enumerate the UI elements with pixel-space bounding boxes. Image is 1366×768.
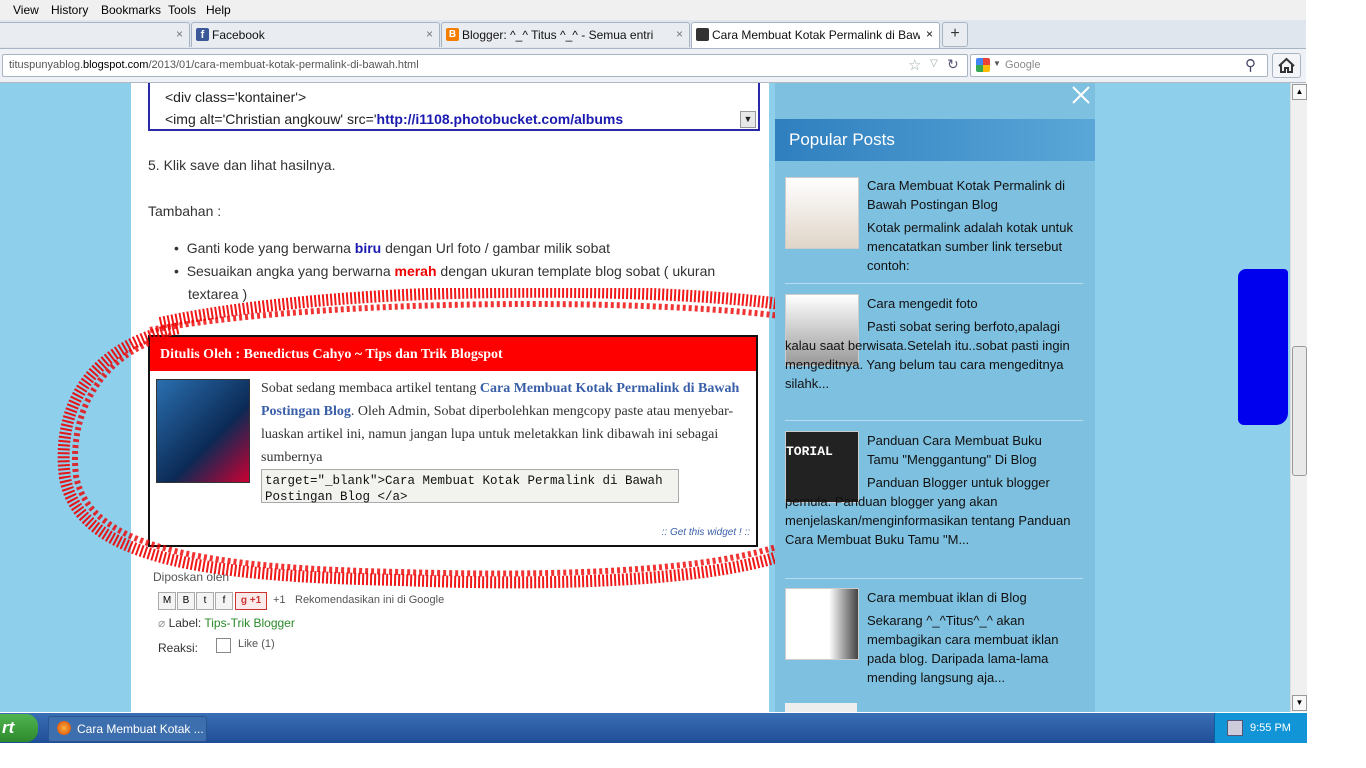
- code-line: <img alt='Christian angkouw' src='http:/…: [165, 111, 623, 127]
- post-labels: ⌀ Label: Tips-Trik Blogger: [158, 616, 295, 630]
- thumbnail-text: TORIAL: [786, 444, 833, 459]
- like-checkbox[interactable]: [216, 638, 231, 653]
- menu-bar: View History Bookmarks Tools Help: [0, 0, 1306, 20]
- tab-blogger[interactable]: B Blogger: ^_^ Titus ^_^ - Semua entri ×: [441, 22, 690, 47]
- bullet-highlight: biru: [354, 240, 382, 256]
- url-prefix: tituspunyablog.: [9, 59, 83, 71]
- post-thumbnail[interactable]: [785, 703, 857, 712]
- search-placeholder: Google: [1005, 59, 1041, 71]
- bookmark-star-icon[interactable]: ☆: [908, 56, 921, 74]
- google-icon[interactable]: [976, 58, 990, 72]
- url-bar[interactable]: tituspunyablog.blogspot.com/2013/01/cara…: [2, 54, 968, 77]
- list-item: • Sesuaikan angka yang berwarna merah de…: [174, 263, 716, 279]
- bullet-highlight: merah: [394, 263, 437, 279]
- code-box[interactable]: <div class='kontainer'> <img alt='Christ…: [148, 83, 760, 131]
- popular-post-link[interactable]: Cara mengedit foto: [867, 294, 1077, 313]
- popular-post-link[interactable]: Cara Membuat Kotak Permalink di Bawah Po…: [867, 176, 1077, 214]
- code-text: <img alt='Christian angkouw' src=': [165, 111, 377, 127]
- scroll-down-arrow-icon[interactable]: ▼: [1292, 695, 1307, 711]
- taskbar-item-label: Cara Membuat Kotak ...: [77, 722, 204, 736]
- tab-active-post[interactable]: Cara Membuat Kotak Permalink di Bawah ..…: [691, 22, 940, 48]
- close-icon[interactable]: ×: [426, 27, 433, 41]
- label-link[interactable]: Tips-Trik Blogger: [204, 616, 294, 630]
- search-bar[interactable]: ▼ Google ⚲: [970, 54, 1268, 77]
- reload-icon[interactable]: ↻: [947, 56, 959, 73]
- navigation-bar: tituspunyablog.blogspot.com/2013/01/cara…: [0, 49, 1306, 83]
- popular-posts-header: Popular Posts: [775, 119, 1095, 161]
- code-link: http://i1108.photobucket.com/albums: [376, 111, 624, 127]
- divider: [785, 283, 1083, 284]
- taskbar: rt Cara Membuat Kotak ... 9:55 PM: [0, 713, 1307, 743]
- scrollbar-thumb[interactable]: [1292, 346, 1307, 476]
- start-label: rt: [2, 718, 15, 737]
- popular-post-snippet: Kotak permalink adalah kotak untuk menca…: [867, 220, 1073, 273]
- close-icon[interactable]: ×: [176, 27, 183, 41]
- vertical-scrollbar[interactable]: ▲ ▼: [1290, 83, 1307, 712]
- menu-tools[interactable]: Tools: [168, 3, 196, 17]
- menu-bookmarks[interactable]: Bookmarks: [101, 3, 161, 17]
- close-icon[interactable]: ×: [926, 27, 933, 41]
- bullet-text: Sesuaikan angka yang berwarna: [186, 263, 395, 279]
- start-button[interactable]: rt: [0, 714, 38, 742]
- tab-label: Cara Membuat Kotak Permalink di Bawah ..…: [712, 28, 920, 42]
- taskbar-item-firefox[interactable]: Cara Membuat Kotak ...: [48, 716, 207, 742]
- system-tray: 9:55 PM: [1214, 713, 1307, 743]
- close-icon[interactable]: ×: [676, 27, 683, 41]
- home-button[interactable]: [1272, 53, 1301, 78]
- tag-icon: ⌀: [158, 616, 169, 630]
- reaksi-label: Reaksi:: [158, 641, 199, 655]
- tambahan-heading: Tambahan :: [148, 203, 222, 219]
- tab-label: Facebook: [212, 28, 265, 42]
- bullet-text: Ganti kode yang berwarna: [186, 240, 355, 256]
- menu-help[interactable]: Help: [206, 3, 231, 17]
- page-content: <div class='kontainer'> <img alt='Christ…: [0, 83, 1290, 712]
- url-text: tituspunyablog.blogspot.com/2013/01/cara…: [9, 59, 419, 71]
- search-icon[interactable]: ⚲: [1245, 56, 1256, 74]
- network-icon[interactable]: [1227, 720, 1243, 736]
- url-path: /2013/01/cara-membuat-kotak-permalink-di…: [148, 59, 419, 71]
- code-line: <div class='kontainer'>: [165, 89, 307, 105]
- popular-post-snippet: Sekarang ^_^Titus^_^ akan membagikan car…: [867, 613, 1059, 685]
- popular-post-snippet: Panduan Blogger untuk blogger pemula. Pa…: [785, 475, 1071, 547]
- blue-scribble-annotation: [1238, 269, 1288, 425]
- dropdown-arrow-icon[interactable]: ▼: [993, 59, 1001, 68]
- bullet-text: dengan ukuran template blog sobat ( ukur…: [436, 263, 716, 279]
- scroll-up-arrow-icon[interactable]: ▲: [1292, 84, 1307, 100]
- new-tab-button[interactable]: +: [942, 22, 968, 47]
- popular-posts-title: Popular Posts: [789, 130, 895, 149]
- popular-post-link[interactable]: Cara membuat iklan di Blog: [867, 588, 1077, 607]
- facebook-icon: f: [196, 28, 209, 41]
- scroll-down-arrow-icon[interactable]: ▼: [740, 111, 756, 128]
- post-thumbnail[interactable]: [785, 588, 859, 660]
- blogger-icon: B: [446, 28, 459, 41]
- dropdown-arrow-icon[interactable]: ▽: [930, 58, 938, 69]
- firefox-icon: [57, 721, 71, 735]
- red-scribble-annotation: [57, 288, 871, 589]
- url-domain: blogspot.com: [83, 59, 149, 71]
- label-prefix: Label:: [168, 616, 205, 630]
- bullet-text: dengan Url foto / gambar milik sobat: [381, 240, 611, 256]
- menu-view[interactable]: View: [13, 3, 39, 17]
- popular-post-link[interactable]: Panduan Cara Membuat Buku Tamu "Menggant…: [867, 431, 1077, 469]
- post-thumbnail[interactable]: [785, 177, 859, 249]
- like-label: Like (1): [238, 638, 275, 650]
- popular-post-snippet: Pasti sobat sering berfoto,apalagi kalau…: [785, 319, 1070, 391]
- home-icon: [1278, 57, 1295, 73]
- divider: [785, 420, 1083, 421]
- clock: 9:55 PM: [1250, 722, 1291, 734]
- divider: [785, 578, 1083, 579]
- tools-icon: [1072, 86, 1090, 104]
- step-5-text: 5. Klik save dan lihat hasilnya.: [148, 157, 336, 173]
- list-item: • Ganti kode yang berwarna biru dengan U…: [174, 240, 611, 256]
- tab-label: Blogger: ^_^ Titus ^_^ - Semua entri: [462, 28, 654, 42]
- menu-history[interactable]: History: [51, 3, 88, 17]
- tab-bar: × f Facebook × B Blogger: ^_^ Titus ^_^ …: [0, 20, 1306, 49]
- eagle-icon: [696, 28, 709, 41]
- tab-blank[interactable]: ×: [0, 22, 190, 47]
- tab-facebook[interactable]: f Facebook ×: [191, 22, 440, 47]
- sidebar: Popular Posts Cara Membuat Kotak Permali…: [775, 83, 1095, 712]
